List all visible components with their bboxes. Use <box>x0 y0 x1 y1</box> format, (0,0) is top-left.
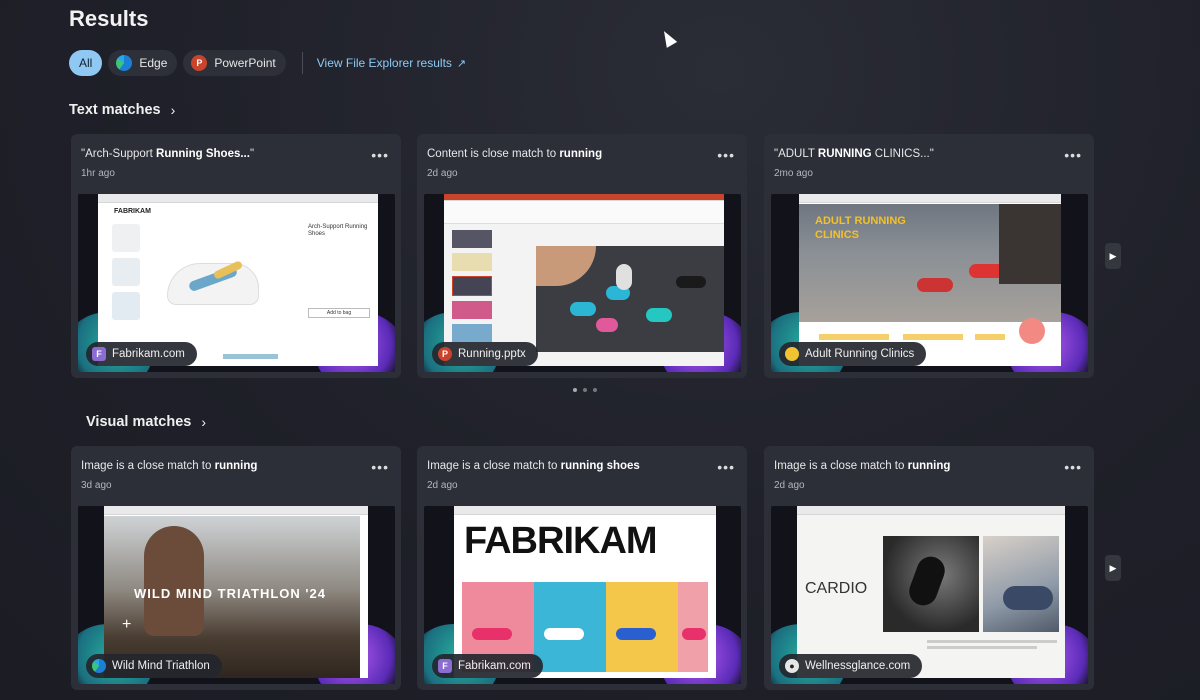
card-thumbnail: ADULT RUNNING CLINICS Adult Running Clin… <box>771 194 1088 372</box>
source-label: Fabrikam.com <box>112 348 185 360</box>
card-title: Content is close match to running <box>427 148 603 160</box>
card-timestamp: 2d ago <box>774 480 805 491</box>
card-title: "Arch-Support Running Shoes..." <box>81 148 255 160</box>
more-options-icon[interactable]: ••• <box>1064 459 1082 475</box>
result-card-visual-2[interactable]: Image is a close match to running shoes … <box>417 446 747 690</box>
browser-window-preview: CARDIO <box>797 506 1065 678</box>
card-thumbnail: P Running.pptx <box>424 194 741 372</box>
file-explorer-link-label: View File Explorer results <box>316 56 452 70</box>
result-card-text-2[interactable]: Content is close match to running 2d ago… <box>417 134 747 378</box>
section-title: Text matches <box>69 102 161 118</box>
edge-icon <box>116 55 133 71</box>
section-title: Visual matches <box>86 414 192 430</box>
edge-icon <box>92 659 106 673</box>
divider <box>301 52 303 74</box>
section-header-text-matches[interactable]: Text matches › <box>69 102 175 118</box>
card-thumbnail: FABRIKAM F Fabrikam.com <box>424 506 741 684</box>
chevron-right-icon: › <box>201 414 206 430</box>
filter-chip-label: PowerPoint <box>214 56 276 70</box>
source-badge: ● Wellnessglance.com <box>779 654 923 678</box>
result-card-text-1[interactable]: "Arch-Support Running Shoes..." 1hr ago … <box>71 134 401 378</box>
more-options-icon[interactable]: ••• <box>1064 147 1082 163</box>
card-thumbnail: FABRIKAM Arch-Support Running Shoes Add … <box>78 194 395 372</box>
source-label: Wild Mind Triathlon <box>112 660 210 672</box>
source-label: Fabrikam.com <box>458 660 531 672</box>
page-title: Results <box>69 6 149 31</box>
next-page-button-visual-matches[interactable]: ▶ <box>1105 555 1121 581</box>
source-badge: P Running.pptx <box>432 342 538 366</box>
file-explorer-link[interactable]: View File Explorer results ↗ <box>317 56 466 70</box>
card-title: Image is a close match to running <box>81 460 258 472</box>
result-card-visual-1[interactable]: Image is a close match to running 3d ago… <box>71 446 401 690</box>
adult-running-hero: ADULT RUNNING CLINICS <box>799 204 1061 322</box>
source-label: Wellnessglance.com <box>805 660 911 672</box>
shoe-image <box>158 244 268 314</box>
product-title: Arch-Support Running Shoes <box>308 224 368 237</box>
pager-dot[interactable] <box>573 388 577 392</box>
play-icon: ▶ <box>1109 562 1117 573</box>
runner-photo <box>883 536 979 632</box>
powerpoint-icon: P <box>438 347 452 361</box>
card-timestamp: 1hr ago <box>81 168 115 179</box>
source-badge: F Fabrikam.com <box>86 342 197 366</box>
pager-dot[interactable] <box>593 388 597 392</box>
filter-chip-all[interactable]: All <box>69 50 103 76</box>
cardio-heading: CARDIO <box>805 580 868 597</box>
carousel-pager <box>570 388 600 392</box>
card-title: "ADULT RUNNING CLINICS..." <box>774 148 934 160</box>
card-title: Image is a close match to running <box>774 460 951 472</box>
play-icon: ▶ <box>1109 250 1117 261</box>
powerpoint-icon: P <box>191 55 208 71</box>
result-card-text-3[interactable]: "ADULT RUNNING CLINICS..." 2mo ago ••• A… <box>764 134 1094 378</box>
external-link-icon: ↗ <box>456 57 467 70</box>
chevron-right-icon: › <box>170 102 176 118</box>
source-badge: F Fabrikam.com <box>432 654 543 678</box>
triathlon-heading: WILD MIND TRIATHLON '24 <box>134 586 326 601</box>
filter-chip-label: Edge <box>139 56 168 70</box>
browser-window-preview: FABRIKAM <box>454 506 716 678</box>
fabrikam-icon: F <box>92 347 106 361</box>
section-header-visual-matches[interactable]: Visual matches › <box>86 414 206 430</box>
source-label: Running.pptx <box>458 348 526 360</box>
card-title: Image is a close match to running shoes <box>427 460 640 472</box>
source-label: Adult Running Clinics <box>805 348 915 360</box>
card-timestamp: 3d ago <box>81 480 112 491</box>
card-thumbnail: CARDIO ● Wellnessglance.com <box>771 506 1088 684</box>
card-timestamp: 2d ago <box>427 480 458 491</box>
powerpoint-window-preview <box>444 194 724 366</box>
hero-heading: ADULT RUNNING CLINICS <box>815 215 906 241</box>
shoelace-photo <box>983 536 1059 632</box>
fabrikam-icon: F <box>438 659 452 673</box>
card-timestamp: 2mo ago <box>774 168 813 179</box>
browser-window-preview: FABRIKAM Arch-Support Running Shoes Add … <box>98 194 378 366</box>
filter-chip-edge[interactable]: Edge <box>108 50 178 76</box>
more-options-icon[interactable]: ••• <box>371 459 389 475</box>
browser-window-preview: ADULT RUNNING CLINICS <box>799 194 1061 366</box>
pager-dot[interactable] <box>583 388 587 392</box>
adult-running-clinics-icon <box>785 347 799 361</box>
brand-text: FABRIKAM <box>114 208 151 215</box>
source-badge: Wild Mind Triathlon <box>86 654 222 678</box>
running-feet-slide <box>536 246 724 352</box>
next-page-button-text-matches[interactable]: ▶ <box>1105 243 1121 269</box>
wellnessglance-icon: ● <box>785 659 799 673</box>
filter-bar: All Edge P PowerPoint View File Explorer… <box>69 50 466 76</box>
source-badge: Adult Running Clinics <box>779 342 927 366</box>
more-options-icon[interactable]: ••• <box>717 459 735 475</box>
browser-window-preview: WILD MIND TRIATHLON '24 + <box>104 506 368 678</box>
filter-chip-label: All <box>79 56 93 70</box>
result-card-visual-3[interactable]: Image is a close match to running 2d ago… <box>764 446 1094 690</box>
card-thumbnail: WILD MIND TRIATHLON '24 + Wild Mind Tria… <box>78 506 395 684</box>
more-options-icon[interactable]: ••• <box>717 147 735 163</box>
more-options-icon[interactable]: ••• <box>371 147 389 163</box>
fabrikam-wordmark: FABRIKAM <box>464 520 658 562</box>
mouse-cursor-icon <box>658 28 678 48</box>
card-timestamp: 2d ago <box>427 168 458 179</box>
add-to-bag-button: Add to bag <box>308 308 370 318</box>
filter-chip-powerpoint[interactable]: P PowerPoint <box>183 50 286 76</box>
